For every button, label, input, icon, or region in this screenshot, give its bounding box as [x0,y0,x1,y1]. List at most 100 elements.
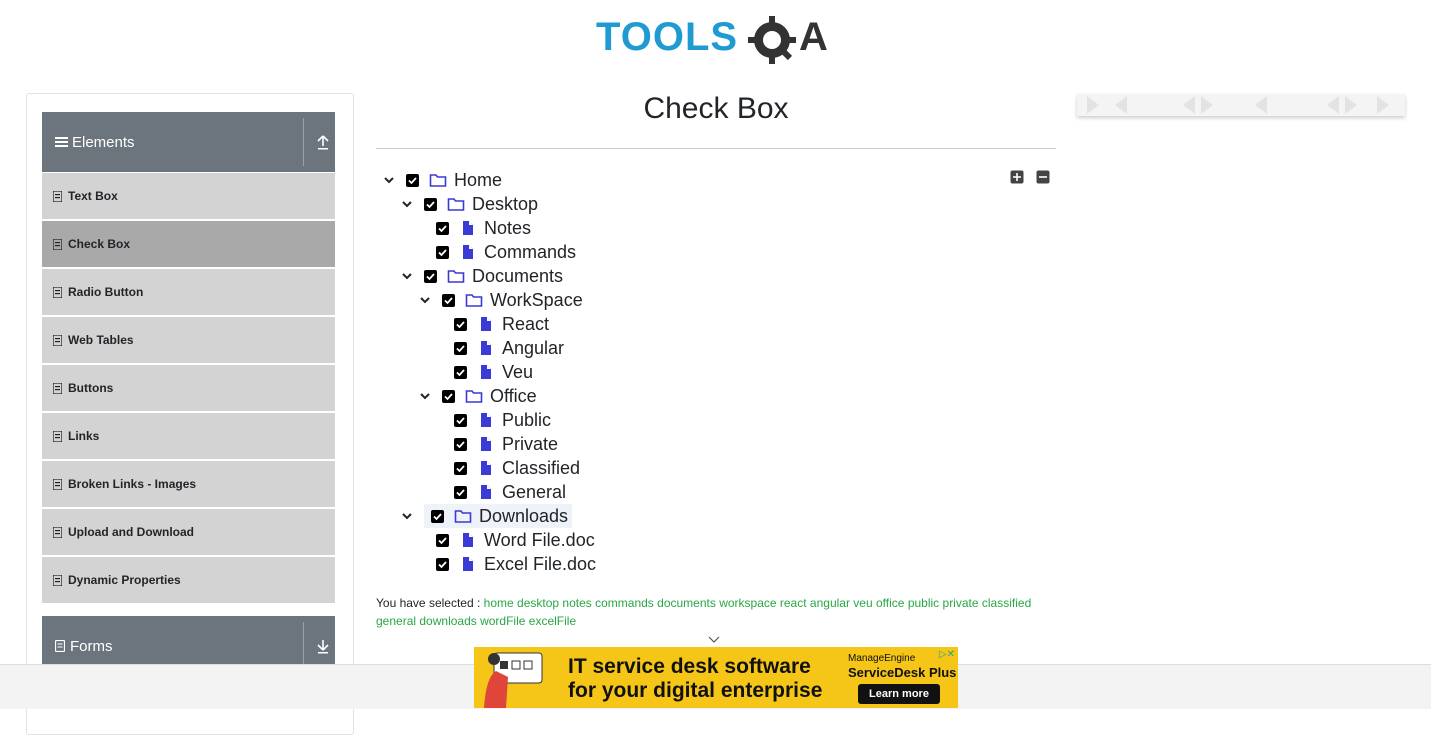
checkbox-checked[interactable] [436,245,449,259]
file-icon [463,557,473,571]
svg-text:A: A [799,15,828,59]
checkbox-checked[interactable] [454,341,467,355]
page-title: Check Box [643,92,789,125]
checkbox-checked[interactable] [424,269,437,283]
tree-controls [1010,170,1050,184]
checkbox-checked[interactable] [436,533,449,547]
selected-item: veu [853,596,873,610]
side-ad-banner[interactable] [1077,94,1405,116]
chevron-down-icon[interactable] [707,632,721,646]
checkbox-checked[interactable] [454,413,467,427]
svg-text:TOOLS: TOOLS [596,15,738,59]
tree-node-notes: Notes [436,216,531,240]
menu-item-label: Check Box [68,237,131,251]
selected-item: public [907,596,940,610]
node-label[interactable]: React [502,314,549,335]
tree-node-commands: Commands [436,240,576,264]
checkbox-checked[interactable] [431,509,444,523]
menu-item-buttons[interactable]: Buttons [42,365,335,411]
checkbox-checked[interactable] [454,317,467,331]
bottom-ad-banner[interactable]: IT service desk software for your digita… [474,647,958,708]
chevron-down-icon[interactable] [418,293,432,307]
node-label[interactable]: Commands [484,242,576,263]
checkbox-checked[interactable] [436,221,449,235]
tree-node-angular: Angular [454,336,564,360]
node-label[interactable]: Downloads [479,506,568,527]
tree-node-documents: Documents [400,264,563,288]
folder-icon [447,270,465,283]
menu-item-label: Web Tables [68,333,134,347]
node-label[interactable]: Word File.doc [484,530,595,551]
node-label[interactable]: Notes [484,218,531,239]
node-label[interactable]: Home [454,170,502,191]
expand-arrow-icon[interactable] [314,636,332,656]
folder-icon [454,510,472,523]
node-label[interactable]: Classified [502,458,580,479]
node-label[interactable]: WorkSpace [490,290,583,311]
learn-more-button[interactable]: Learn more [858,684,940,704]
group-title: Forms [70,637,113,655]
node-label[interactable]: Excel File.doc [484,554,596,575]
highlighted-label[interactable]: Downloads [424,504,573,528]
checkbox-checked[interactable] [454,365,467,379]
collapse-all-icon[interactable] [1036,170,1050,184]
menu-item-radio-button[interactable]: Radio Button [42,269,335,315]
menu-item-web-tables[interactable]: Web Tables [42,317,335,363]
hamburger-icon [55,137,68,147]
menu-item-links[interactable]: Links [42,413,335,459]
node-label[interactable]: Veu [502,362,533,383]
tree-node-workspace: WorkSpace [418,288,583,312]
tree-node-desktop: Desktop [400,192,538,216]
file-icon [481,341,491,355]
tree-node-public: Public [454,408,551,432]
node-label[interactable]: Angular [502,338,564,359]
checkbox-checked[interactable] [454,485,467,499]
node-label[interactable]: Public [502,410,551,431]
group-header-elements[interactable]: Elements [42,112,335,172]
chevron-down-icon[interactable] [400,509,414,523]
menu-item-dynamic-properties[interactable]: Dynamic Properties [42,557,335,603]
left-panel: Elements Text Box Check Box Radio Button… [26,93,354,735]
node-label[interactable]: Office [490,386,537,407]
list-icon [53,478,62,490]
menu-item-check-box[interactable]: Check Box [42,221,335,267]
folder-icon [429,174,447,187]
selected-item: private [942,596,979,610]
node-label[interactable]: Desktop [472,194,538,215]
close-icon[interactable]: ▷✕ [939,649,955,660]
list-icon [53,382,62,394]
collapse-arrow-icon[interactable] [314,132,332,152]
tree-node-word-file: Word File.doc [436,528,595,552]
tree-node-veu: Veu [454,360,533,384]
node-label[interactable]: General [502,482,566,503]
file-icon [481,317,491,331]
selected-item: downloads [419,614,477,628]
checkbox-checked[interactable] [406,173,419,187]
checkbox-checked[interactable] [454,461,467,475]
menu-item-broken-links[interactable]: Broken Links - Images [42,461,335,507]
chevron-down-icon[interactable] [382,173,396,187]
chevron-down-icon[interactable] [400,197,414,211]
chevron-down-icon[interactable] [400,269,414,283]
checkbox-checked[interactable] [436,557,449,571]
selected-item: excelFile [528,614,577,628]
checkbox-checked[interactable] [442,293,455,307]
file-icon [463,221,473,235]
chevron-down-icon[interactable] [418,389,432,403]
checkbox-checked[interactable] [454,437,467,451]
list-icon [53,430,62,442]
node-label[interactable]: Private [502,434,558,455]
list-icon [53,238,62,250]
toolsqa-logo[interactable]: TOOLS A [596,12,838,68]
menu-item-upload-download[interactable]: Upload and Download [42,509,335,555]
document-icon [55,640,65,652]
checkbox-checked[interactable] [424,197,437,211]
expand-all-icon[interactable] [1010,170,1024,184]
checkbox-checked[interactable] [442,389,455,403]
menu-item-text-box[interactable]: Text Box [42,173,335,219]
tree-node-react: React [454,312,549,336]
selected-item: angular [809,596,850,610]
menu-item-label: Text Box [68,189,118,203]
node-label[interactable]: Documents [472,266,563,287]
selected-item: documents [657,596,716,610]
